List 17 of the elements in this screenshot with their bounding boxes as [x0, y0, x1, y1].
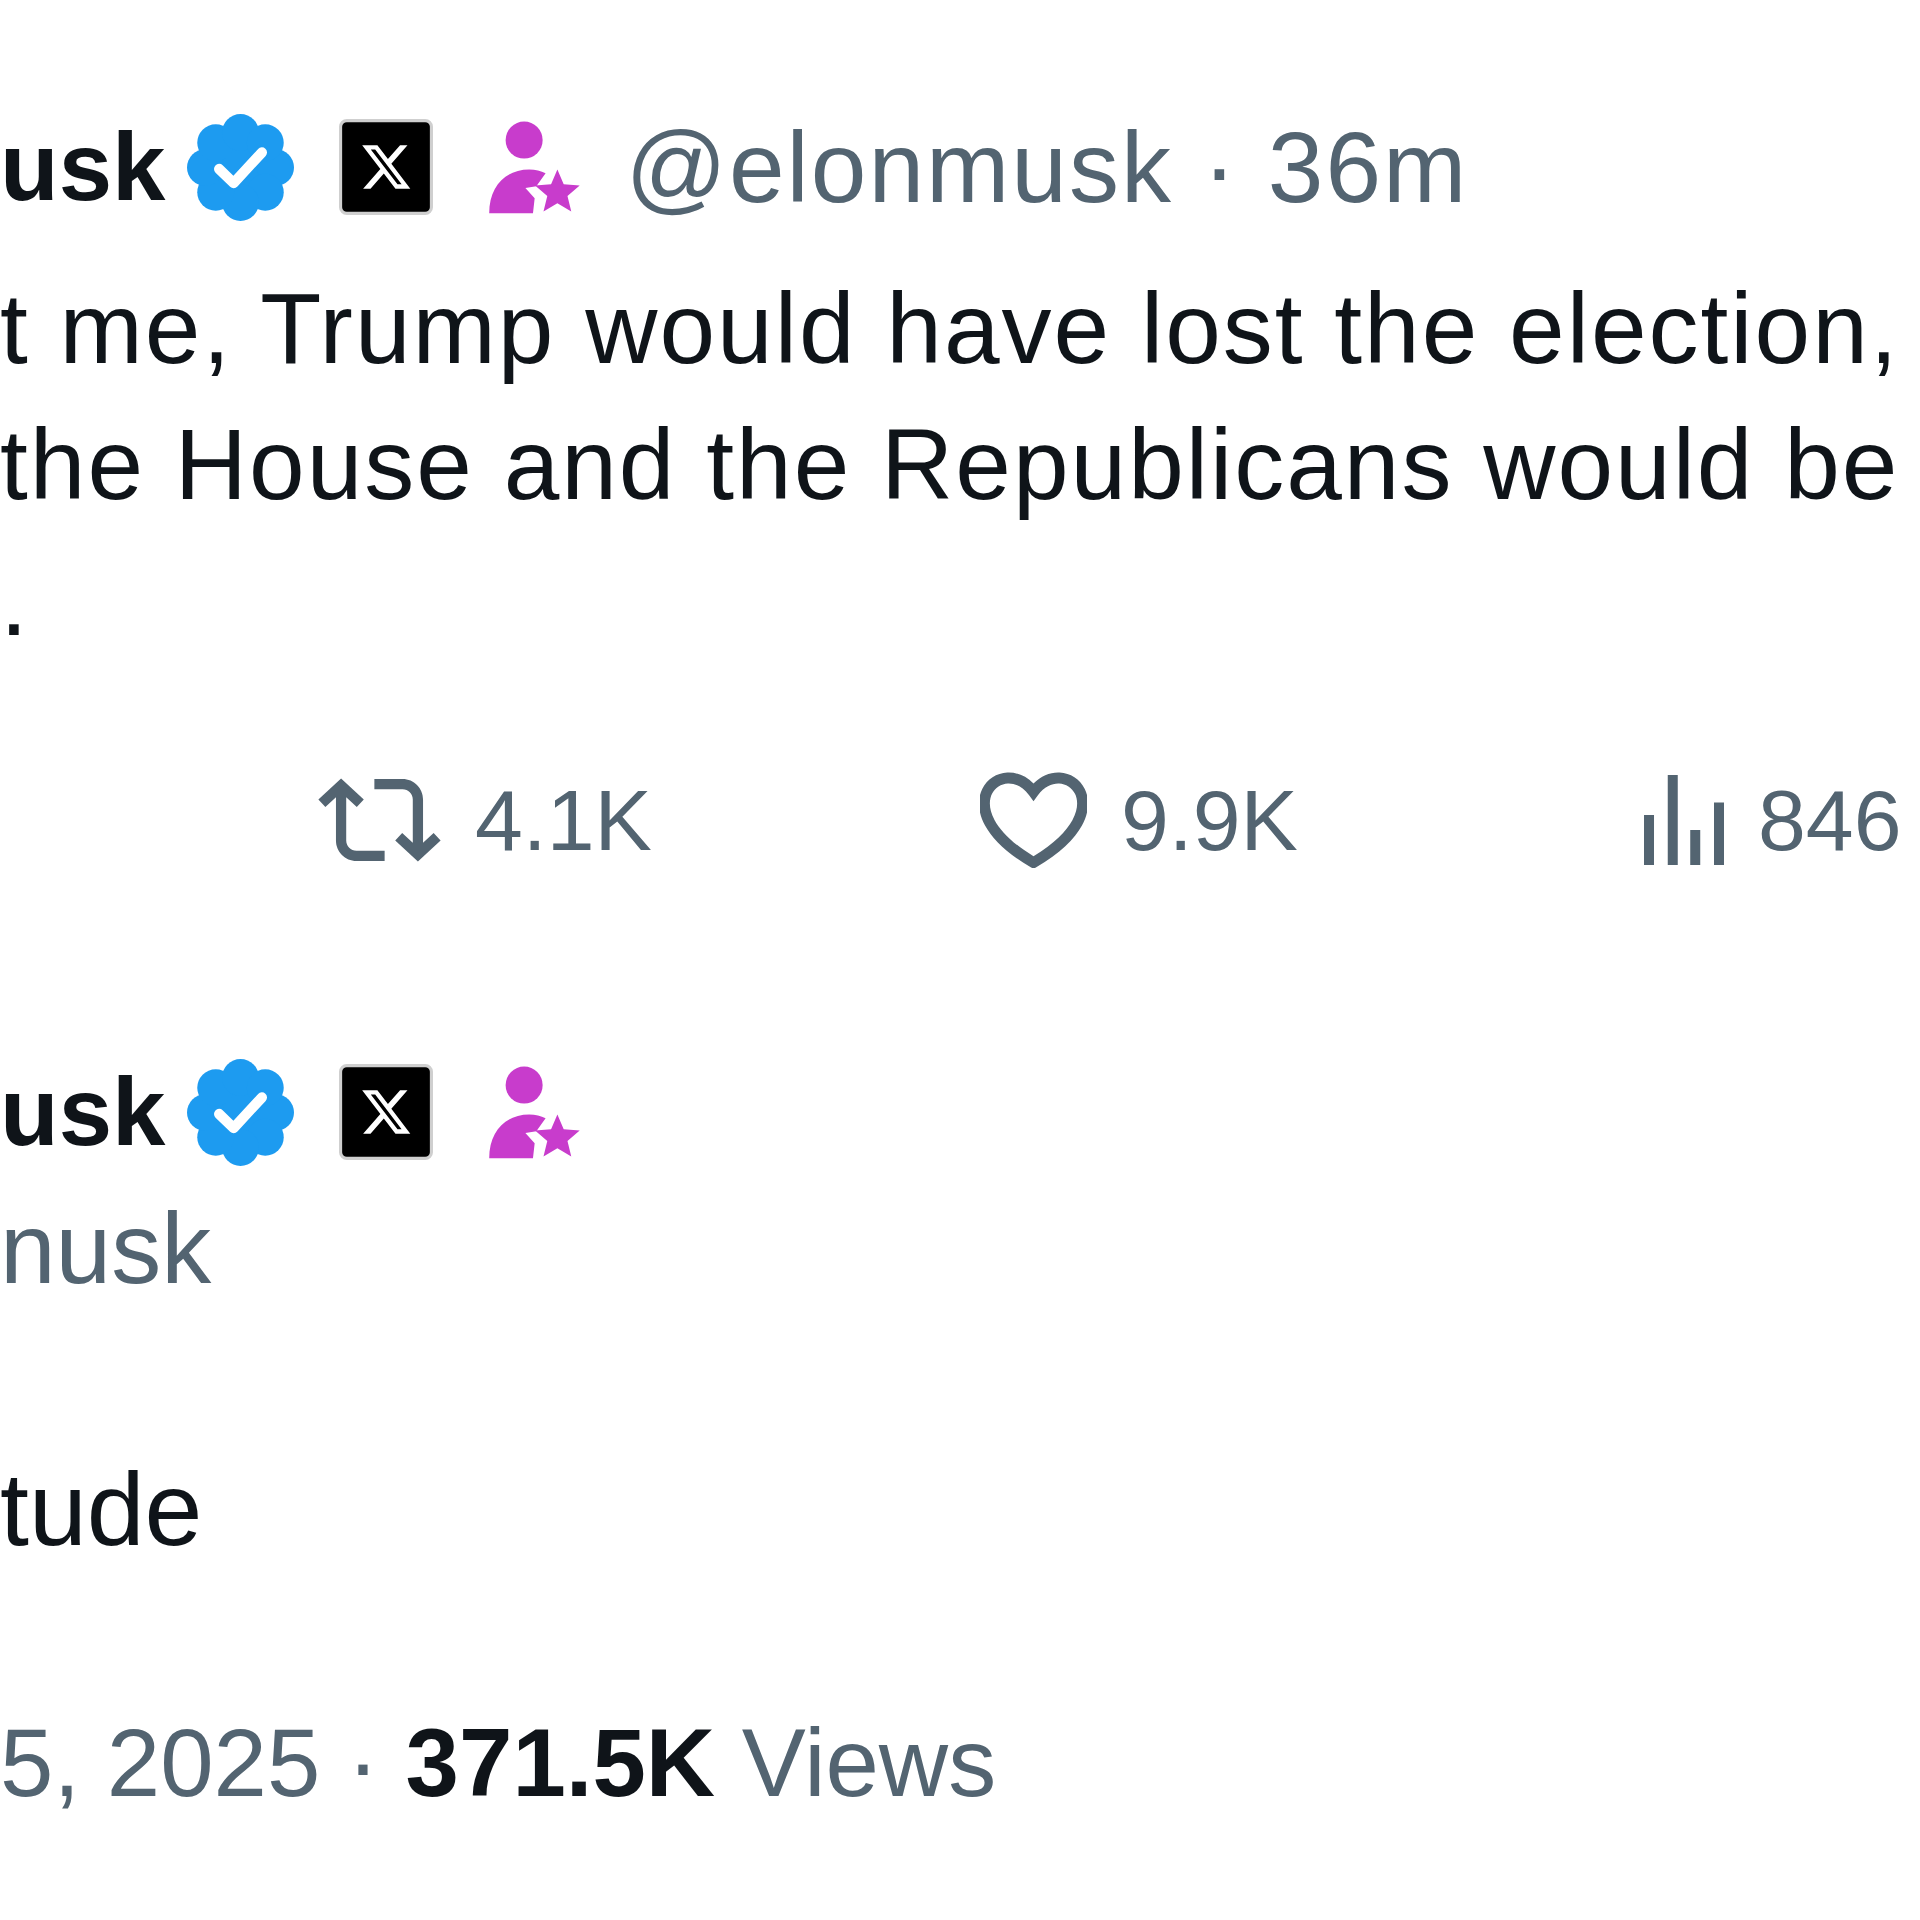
bar-chart-icon: [1644, 775, 1724, 865]
post-text: tude: [0, 1450, 203, 1569]
author-name[interactable]: usk: [0, 1057, 166, 1167]
verified-badge-icon: [187, 113, 295, 221]
handle: nusk: [0, 1193, 212, 1303]
like-button[interactable]: 9.9K: [980, 770, 1298, 870]
handle-and-time: @elonmusk · 36m: [625, 112, 1469, 222]
x-mark-icon: [339, 1064, 434, 1160]
post-meta: 5, 2025 · 371.5K Views: [0, 1708, 997, 1818]
post-text: t me, Trump would have lost the election, the House and the Republicans would be .: [0, 271, 1901, 658]
views-button[interactable]: 846: [1644, 770, 1902, 870]
repost-button[interactable]: 4.1K: [318, 770, 652, 870]
x-mark-icon: [339, 119, 434, 215]
loop-arrows-icon: [318, 778, 441, 862]
author-name[interactable]: usk: [0, 112, 166, 222]
verified-badge-icon: [187, 1058, 295, 1166]
heart-icon: [980, 772, 1087, 868]
